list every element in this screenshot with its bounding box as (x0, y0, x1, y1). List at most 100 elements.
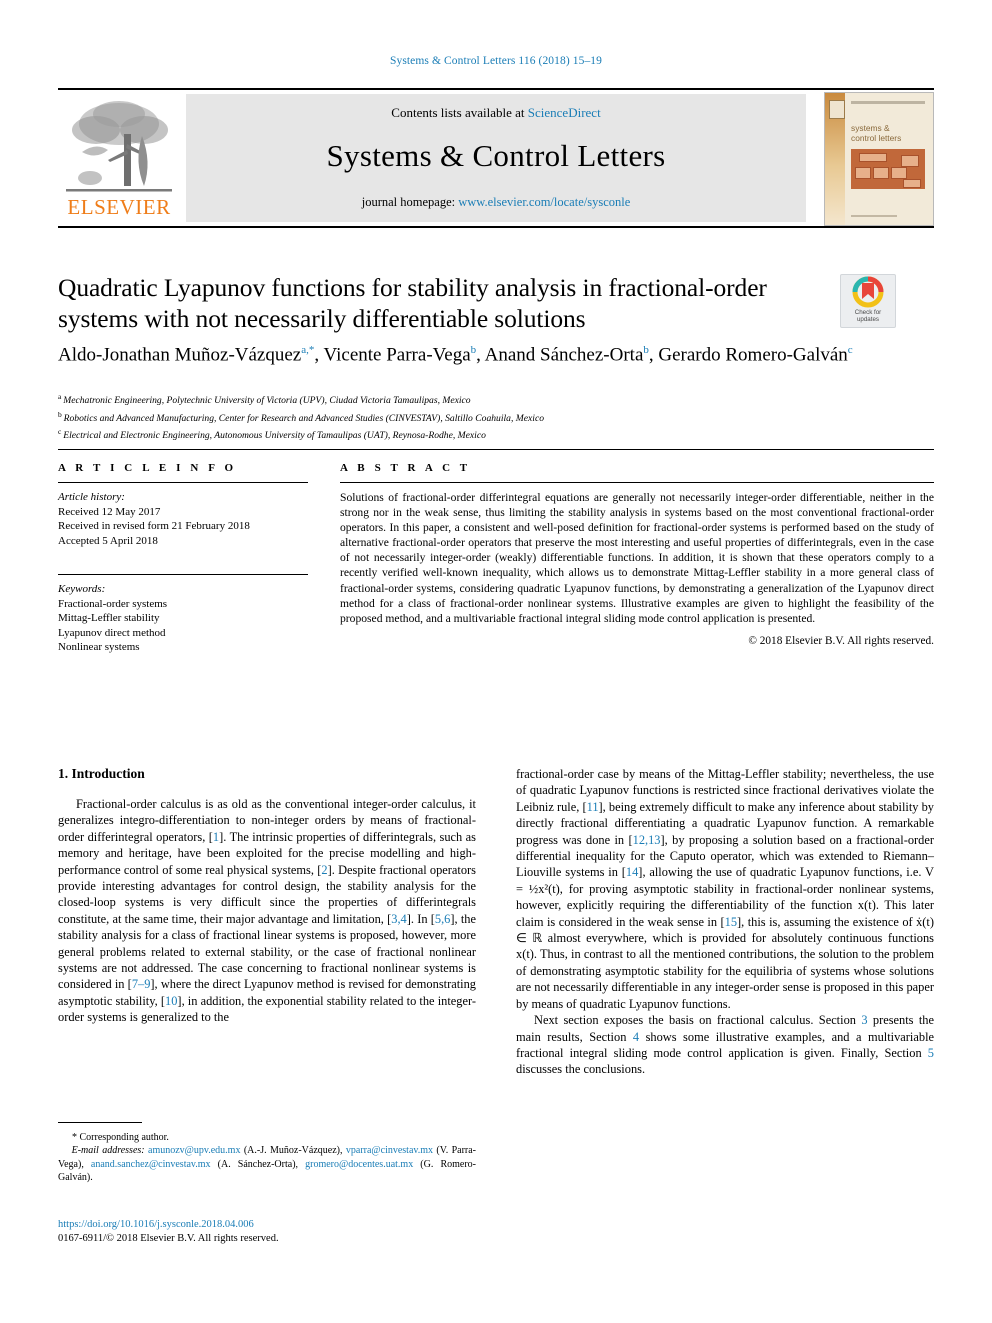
abstract-heading: A B S T R A C T (340, 462, 471, 474)
info-abstract-divider (58, 449, 934, 450)
email-addresses-label: E-mail addresses: (71, 1145, 149, 1157)
footnote-divider (58, 1122, 142, 1124)
cover-diagram-box (903, 179, 921, 188)
cover-top-rule (851, 101, 925, 104)
page-title: Quadratic Lyapunov functions for stabili… (58, 273, 767, 333)
body-column-left: 1. Introduction Fractional-order calculu… (58, 766, 476, 1026)
contents-line: Contents lists available at ScienceDirec… (186, 105, 806, 121)
cover-diagram-box (855, 167, 871, 179)
cover-title-line2: control letters (851, 133, 902, 143)
citation-link[interactable]: 7–9 (132, 977, 151, 991)
email-link[interactable]: anand.sanchez@cinvestav.mx (91, 1159, 211, 1170)
citation-link[interactable]: 2 (321, 863, 327, 877)
citation-link[interactable]: 10 (165, 994, 177, 1008)
article-history: Article history: Received 12 May 2017 Rec… (58, 490, 308, 548)
journal-title: Systems & Control Letters (326, 138, 666, 173)
article-history-item: Received in revised form 21 February 201… (58, 520, 250, 532)
author-name: Gerardo Romero-Galván (658, 344, 848, 366)
affiliation-item: c Electrical and Electronic Engineering,… (58, 425, 878, 443)
intro-paragraph-left: Fractional-order calculus is as old as t… (58, 797, 477, 1025)
cover-diagram-box (901, 155, 919, 167)
cover-block-diagram (851, 149, 925, 189)
keyword-item: Mittag-Leffler stability (58, 612, 160, 624)
cover-diagram-box (873, 167, 889, 179)
abstract-text: Solutions of fractional-order differinte… (340, 491, 934, 625)
footnote-block: * Corresponding author. E-mail addresses… (58, 1131, 476, 1185)
cover-title: systems & control letters (851, 123, 901, 143)
affiliation-item: b Robotics and Advanced Manufacturing, C… (58, 408, 878, 426)
citation-link[interactable]: 11 (587, 800, 599, 814)
elsevier-wordmark: ELSEVIER (67, 195, 171, 219)
section-heading-introduction: 1. Introduction (58, 766, 145, 781)
abstract-rule (340, 482, 934, 483)
contents-box: Contents lists available at ScienceDirec… (186, 94, 806, 222)
crossmark-line1: Check for (854, 309, 882, 316)
affiliation-text: Mechatronic Engineering, Polytechnic Uni… (63, 395, 471, 407)
keyword-item: Fractional-order systems (58, 597, 168, 610)
author-affiliation-mark: b (643, 344, 649, 356)
article-history-item: Accepted 5 April 2018 (58, 534, 158, 547)
crossmark-line2: updates (856, 316, 880, 323)
cover-diagram-box (891, 167, 907, 179)
citation-link[interactable]: 3,4 (391, 912, 407, 926)
keywords-label: Keywords: (58, 583, 106, 595)
homepage-line: journal homepage: www.elsevier.com/locat… (186, 195, 806, 210)
affiliation-list: a Mechatronic Engineering, Polytechnic U… (58, 390, 878, 443)
affiliation-text: Robotics and Advanced Manufacturing, Cen… (63, 412, 544, 424)
doi-block: https://doi.org/10.1016/j.sysconle.2018.… (58, 1218, 498, 1245)
intro-paragraph-right-1: fractional-order case by means of the Mi… (516, 767, 934, 1011)
journal-cover-thumbnail: systems & control letters (824, 92, 934, 226)
article-history-item: Received 12 May 2017 (58, 505, 161, 518)
cover-title-line1: systems & (851, 123, 890, 133)
citation-link[interactable]: 15 (725, 915, 737, 929)
crossmark-label: Check for updates (841, 309, 895, 323)
section-link[interactable]: 3 (861, 1013, 867, 1027)
keyword-item: Lyapunov direct method (58, 626, 166, 639)
citation-link[interactable]: 14 (626, 865, 638, 879)
article-history-label: Article history: (58, 491, 125, 503)
article-info-rule (58, 482, 308, 483)
email-addresses: E-mail addresses: amunozv@upv.edu.mx (A.… (58, 1144, 476, 1184)
cover-diagram-box (859, 153, 887, 162)
article-info-heading: A R T I C L E I N F O (58, 462, 237, 474)
email-link[interactable]: vparra@cinvestav.mx (346, 1145, 433, 1156)
author-affiliation-mark: c (847, 344, 853, 356)
citation-link[interactable]: 5,6 (435, 912, 451, 926)
journal-masthead: ELSEVIER Contents lists available at Sci… (58, 88, 934, 228)
citation-link[interactable]: 12,13 (633, 833, 661, 847)
crossmark-badge[interactable]: Check for updates (840, 274, 896, 328)
author-name: Anand Sánchez-Orta (484, 344, 644, 366)
email-link[interactable]: gromero@docentes.uat.mx (305, 1159, 413, 1170)
sciencedirect-link[interactable]: ScienceDirect (528, 105, 601, 120)
crossmark-icon (852, 276, 884, 308)
elsevier-logo: ELSEVIER (60, 94, 178, 222)
doi-link[interactable]: https://doi.org/10.1016/j.sysconle.2018.… (58, 1218, 498, 1232)
paper-page: Systems & Control Letters 116 (2018) 15–… (0, 0, 992, 1323)
keywords-block: Keywords: Fractional-order systems Mittag… (58, 582, 308, 655)
email-owner: (A. Sánchez-Orta), (210, 1158, 306, 1170)
affiliation-item: a Mechatronic Engineering, Polytechnic U… (58, 390, 878, 408)
author-name: Vicente Parra-Vega (323, 344, 471, 366)
elsevier-tree-icon (66, 101, 172, 192)
section-link[interactable]: 4 (633, 1030, 639, 1044)
citation-link[interactable]: 1 (213, 830, 219, 844)
contents-prefix: Contents lists available at (391, 105, 528, 120)
article-history-items: Received 12 May 2017 Received in revised … (58, 505, 308, 549)
author-affiliation-mark: b (470, 344, 477, 356)
corresponding-author-note: * Corresponding author. (72, 1132, 169, 1143)
homepage-prefix: journal homepage: (361, 195, 459, 209)
cover-corner-icon (829, 100, 845, 119)
homepage-link[interactable]: www.elsevier.com/locate/sysconle (458, 195, 630, 209)
author-list: Aldo-Jonathan Muñoz-Vázqueza,*, Vicente … (58, 344, 853, 366)
article-info-column: A R T I C L E I N F O Article history: R… (58, 462, 308, 655)
affiliation-text: Electrical and Electronic Engineering, A… (63, 430, 486, 442)
issn-copyright-line: 0167-6911/© 2018 Elsevier B.V. All right… (58, 1232, 279, 1244)
abstract-column: A B S T R A C T Solutions of fractional-… (340, 462, 934, 647)
author-affiliation-mark: a,* (301, 344, 315, 356)
section-link[interactable]: 5 (928, 1046, 934, 1060)
intro-paragraph-right-2: Next section exposes the basis on fracti… (516, 1013, 935, 1077)
running-head: Systems & Control Letters 116 (2018) 15–… (389, 55, 603, 67)
email-link[interactable]: amunozv@upv.edu.mx (148, 1145, 240, 1156)
cover-footer-rule (851, 215, 897, 217)
keyword-items: Fractional-order systems Mittag-Leffler s… (58, 597, 308, 655)
